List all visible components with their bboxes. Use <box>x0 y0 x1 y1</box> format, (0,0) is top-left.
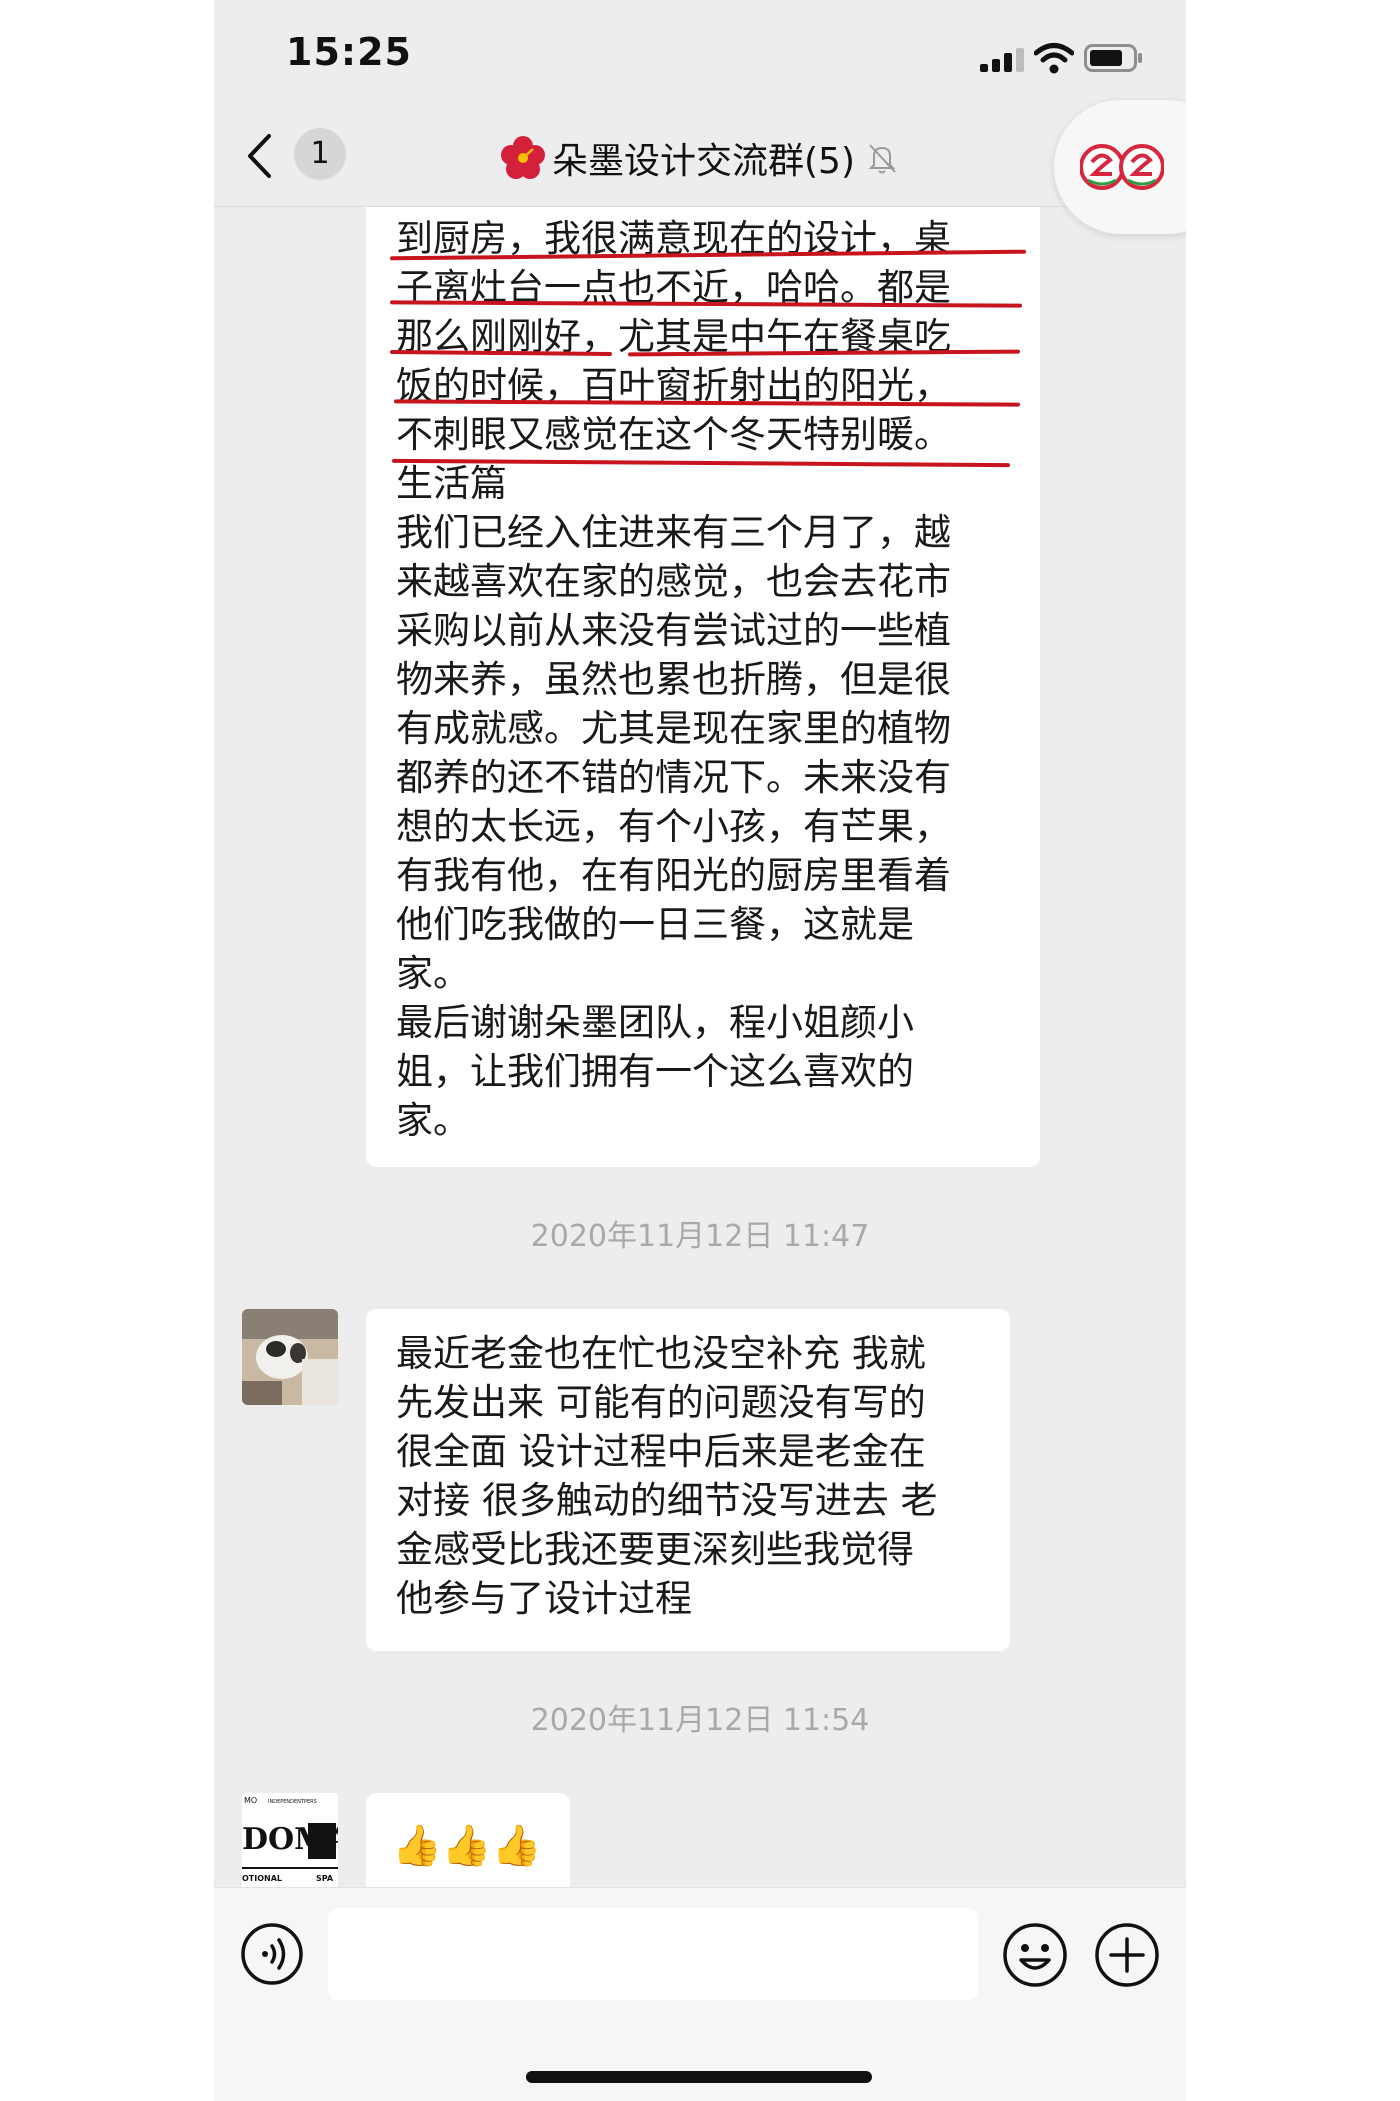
chat-title-group[interactable]: 朵墨设计交流群(5) <box>500 130 899 186</box>
voice-icon[interactable] <box>240 1922 304 1986</box>
emoji-icon[interactable] <box>1002 1922 1068 1988</box>
back-chevron-icon[interactable] <box>244 132 274 180</box>
status-time: 15:25 <box>286 30 412 74</box>
avatar[interactable]: MO INDEPENDENTPERS DOMA OTIONAL SPA <box>242 1793 338 1887</box>
svg-text:INDEPENDENTPERS: INDEPENDENTPERS <box>268 1799 317 1805</box>
svg-text:OTIONAL: OTIONAL <box>242 1874 282 1883</box>
unread-count-badge[interactable]: 1 <box>294 128 346 180</box>
avatar-logo-icon: MO INDEPENDENTPERS DOMA OTIONAL SPA <box>242 1793 338 1887</box>
thumbs-up-emoji: 👍👍👍 <box>392 1823 542 1869</box>
message-timestamp: 2020年11月12日 11:47 <box>530 1219 870 1254</box>
input-bar <box>214 1887 1186 2101</box>
chat-header: 1 朵墨设计交流群(5) <box>214 110 1186 208</box>
wifi-icon <box>1034 43 1074 74</box>
floating-app-logo-icon <box>1080 144 1164 190</box>
svg-text:SPA: SPA <box>316 1874 334 1883</box>
message-text: 最近老金也在忙也没空补充 我就 先发出来 可能有的问题没有写的 很全面 设计过程… <box>396 1332 938 1620</box>
avatar-photo-icon <box>242 1309 338 1405</box>
phone-screen: 15:25 1 朵墨设计交流群(5) 到厨房，我很满意现在的设计，桌 子离灶台一… <box>214 0 1186 2101</box>
plus-icon[interactable] <box>1094 1922 1160 1988</box>
message-timestamp: 2020年11月12日 11:54 <box>530 1703 870 1738</box>
message-bubble[interactable]: 最近老金也在忙也没空补充 我就 先发出来 可能有的问题没有写的 很全面 设计过程… <box>366 1309 1010 1651</box>
status-bar: 15:25 <box>214 0 1186 110</box>
message-input[interactable] <box>328 1908 978 2000</box>
message-list[interactable]: 到厨房，我很满意现在的设计，桌 子离灶台一点也不近，哈哈。都是 那么刚刚好，尤其… <box>214 207 1186 1887</box>
home-indicator[interactable] <box>526 2071 872 2083</box>
battery-icon <box>1084 44 1142 72</box>
avatar[interactable] <box>242 1309 338 1405</box>
svg-text:MO: MO <box>244 1796 257 1805</box>
chat-title: 朵墨设计交流群(5) <box>552 141 855 182</box>
mute-bell-icon <box>868 144 896 174</box>
message-bubble[interactable]: 👍👍👍 <box>366 1793 570 1887</box>
signal-icon <box>980 48 1024 72</box>
flower-icon <box>501 136 545 179</box>
